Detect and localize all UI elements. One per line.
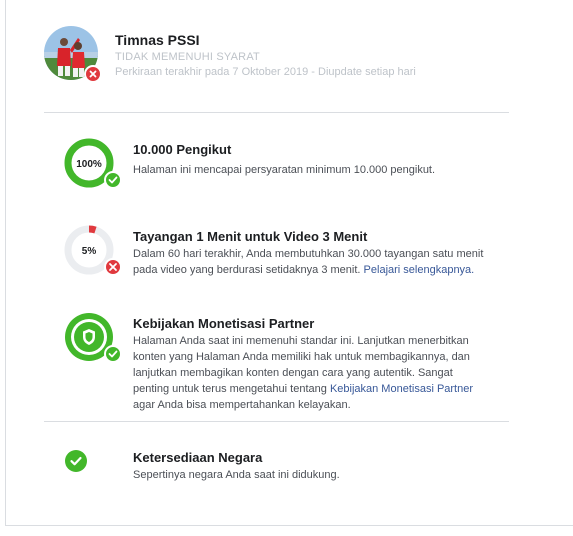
country-title: Ketersediaan Negara	[133, 450, 263, 465]
page-name[interactable]: Timnas PSSI	[115, 32, 200, 48]
section-divider	[44, 421, 509, 422]
policy-desc: Halaman Anda saat ini memenuhi standar i…	[133, 333, 488, 413]
country-desc: Sepertinya negara Anda saat ini didukung…	[133, 469, 340, 481]
header-divider	[44, 112, 509, 113]
video-views-title: Tayangan 1 Menit untuk Video 3 Menit	[133, 229, 368, 244]
policy-status	[63, 310, 127, 366]
check-icon	[104, 171, 122, 189]
eligibility-status: TIDAK MEMENUHI SYARAT	[115, 51, 260, 63]
check-icon	[65, 450, 87, 472]
progress-percent: 100%	[76, 159, 102, 170]
eligibility-card: Timnas PSSI TIDAK MEMENUHI SYARAT Perkir…	[5, 0, 573, 526]
policy-desc-tail: agar Anda bisa mempertahankan kelayakan.	[133, 399, 351, 411]
video-views-progress: 5%	[63, 223, 127, 279]
estimate-timestamp: Perkiraan terakhir pada 7 Oktober 2019 -…	[115, 66, 416, 78]
ineligible-badge-icon	[84, 65, 102, 83]
progress-percent: 5%	[82, 246, 97, 257]
check-icon	[104, 345, 122, 363]
learn-more-link[interactable]: Pelajari selengkapnya.	[364, 264, 475, 276]
followers-title: 10.000 Pengikut	[133, 142, 232, 157]
followers-desc: Halaman ini mencapai persyaratan minimum…	[133, 164, 436, 176]
followers-progress: 100%	[63, 136, 127, 192]
policy-title: Kebijakan Monetisasi Partner	[133, 316, 315, 331]
video-views-desc: Dalam 60 hari terakhir, Anda membutuhkan…	[133, 246, 488, 278]
policy-link[interactable]: Kebijakan Monetisasi Partner	[330, 383, 473, 395]
page-avatar[interactable]	[44, 26, 102, 83]
x-icon	[104, 258, 122, 276]
